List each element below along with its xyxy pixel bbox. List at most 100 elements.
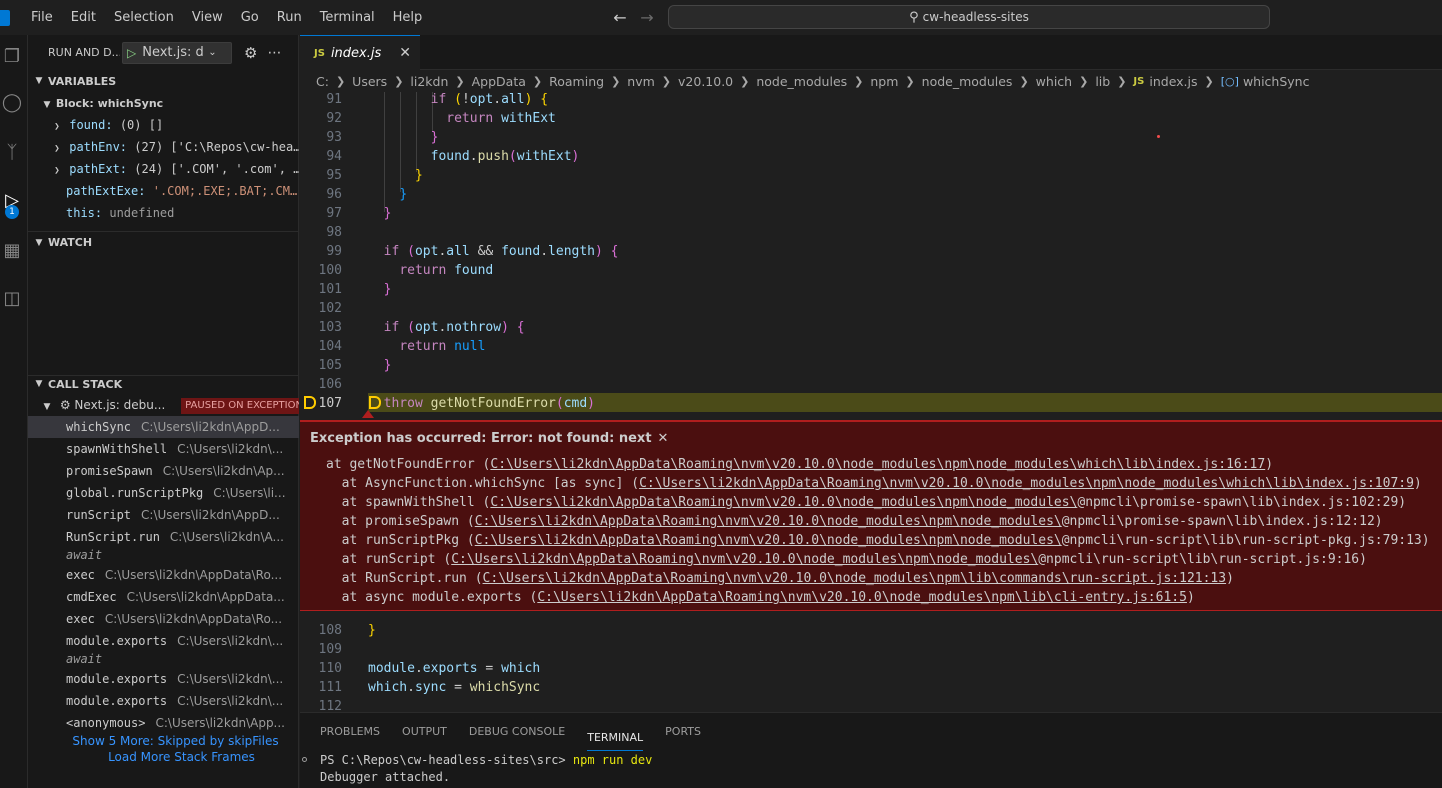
breadcrumb-item[interactable]: C: bbox=[316, 74, 329, 89]
stack-frame[interactable]: whichSync C:\Users\li2kdn\AppD... bbox=[28, 416, 299, 438]
code-editor[interactable]: 91 if (!opt.all) { 92 return withExt 93 … bbox=[300, 92, 1442, 712]
breadcrumb-item[interactable]: Roaming bbox=[549, 74, 604, 89]
terminal-line[interactable]: Debugger attached. bbox=[320, 770, 450, 784]
stack-frame[interactable]: module.exports C:\Users\li2kdn\... bbox=[28, 690, 299, 712]
stack-frame[interactable]: spawnWithShell C:\Users\li2kdn\... bbox=[28, 438, 299, 460]
js-file-icon: JS bbox=[314, 47, 325, 59]
breadcrumb-item[interactable]: AppData bbox=[472, 74, 526, 89]
breadcrumb-item[interactable]: lib bbox=[1095, 74, 1110, 89]
stack-link[interactable]: C:\Users\li2kdn\AppData\Roaming\nvm\v20.… bbox=[451, 552, 1038, 567]
breadcrumb-file[interactable]: index.js bbox=[1149, 74, 1197, 89]
code-line: 103 if (opt.nothrow) { bbox=[318, 320, 525, 335]
chevron-right-icon: ❯ bbox=[54, 122, 60, 132]
breadcrumb-item[interactable]: li2kdn bbox=[410, 74, 448, 89]
close-icon[interactable]: ✕ bbox=[399, 45, 411, 61]
activity-bar: ❐ ◯ ᛉ ▷ 1 ▦ ◫ bbox=[0, 35, 28, 788]
code-line: 112 bbox=[318, 699, 342, 712]
exception-stack-line: at RunScript.run (C:\Users\li2kdn\AppDat… bbox=[326, 571, 1234, 586]
call-stack-title: CALL STACK bbox=[48, 377, 123, 391]
variable-row[interactable]: ❯ pathExt: (24) ['.COM', '.com', … bbox=[28, 158, 299, 180]
variables-title: VARIABLES bbox=[48, 74, 117, 88]
call-stack-section-header[interactable]: ▼ CALL STACK bbox=[28, 373, 299, 395]
variable-row[interactable]: ❯ found: (0) [] bbox=[28, 114, 299, 136]
close-icon[interactable]: ✕ bbox=[658, 431, 669, 446]
exception-stack-line: at runScript (C:\Users\li2kdn\AppData\Ro… bbox=[326, 552, 1367, 567]
start-debugging-icon[interactable]: ▷ bbox=[127, 46, 136, 60]
exception-breakpoint-icon[interactable] bbox=[304, 396, 316, 409]
breadcrumb-item[interactable]: v20.10.0 bbox=[678, 74, 733, 89]
stack-frame[interactable]: runScript C:\Users\li2kdn\AppD... bbox=[28, 504, 299, 526]
search-icon[interactable]: ◯ bbox=[0, 91, 24, 115]
code-line: 91 if (!opt.all) { bbox=[326, 92, 549, 107]
command-decoration-icon[interactable] bbox=[302, 757, 307, 762]
show-more-frames-link[interactable]: Show 5 More: Skipped by skipFiles bbox=[40, 734, 311, 748]
menu-edit[interactable]: Edit bbox=[62, 0, 105, 35]
watch-section-header[interactable]: ▼ WATCH bbox=[28, 231, 299, 253]
extensions-icon[interactable]: ▦ bbox=[0, 239, 24, 263]
tab-index-js[interactable]: JS index.js ✕ bbox=[300, 35, 420, 70]
menu-file[interactable]: File bbox=[22, 0, 62, 35]
variable-row[interactable]: this: undefined bbox=[28, 202, 299, 224]
stack-link[interactable]: C:\Users\li2kdn\AppData\Roaming\nvm\v20.… bbox=[490, 457, 1265, 472]
stack-link[interactable]: C:\Users\li2kdn\AppData\Roaming\nvm\v20.… bbox=[537, 590, 1187, 605]
load-more-frames-link[interactable]: Load More Stack Frames bbox=[46, 750, 317, 764]
tab-ports[interactable]: PORTS bbox=[665, 713, 701, 751]
breadcrumb-item[interactable]: nvm bbox=[627, 74, 655, 89]
breadcrumb-item[interactable]: node_modules bbox=[922, 74, 1013, 89]
terminal-line[interactable]: PS C:\Repos\cw-headless-sites\src> npm r… bbox=[320, 753, 652, 767]
chevron-down-icon[interactable]: ⌄ bbox=[208, 47, 216, 58]
stack-frame[interactable]: promiseSpawn C:\Users\li2kdn\Ap... bbox=[28, 460, 299, 482]
breadcrumb-item[interactable]: node_modules bbox=[756, 74, 847, 89]
tab-debug-console[interactable]: DEBUG CONSOLE bbox=[469, 713, 565, 751]
menu-go[interactable]: Go bbox=[232, 0, 268, 35]
source-control-icon[interactable]: ᛉ bbox=[0, 141, 24, 165]
stack-frame[interactable]: module.exports C:\Users\li2kdn\... bbox=[28, 668, 299, 690]
remote-explorer-icon[interactable]: ◫ bbox=[0, 287, 24, 311]
breadcrumb-item[interactable]: npm bbox=[870, 74, 898, 89]
tab-problems[interactable]: PROBLEMS bbox=[320, 713, 380, 751]
stack-frame[interactable]: exec C:\Users\li2kdn\AppData\Ro... bbox=[28, 608, 299, 630]
menu-run[interactable]: Run bbox=[268, 0, 311, 35]
back-arrow-icon[interactable]: ← bbox=[610, 8, 630, 28]
code-line: 108} bbox=[318, 623, 376, 638]
forward-arrow-icon[interactable]: → bbox=[637, 8, 657, 28]
chevron-right-icon: ❯ bbox=[611, 74, 621, 88]
menu-selection[interactable]: Selection bbox=[105, 0, 183, 35]
stack-link[interactable]: C:\Users\li2kdn\AppData\Roaming\nvm\v20.… bbox=[475, 533, 1062, 548]
explorer-icon[interactable]: ❐ bbox=[0, 45, 24, 69]
breadcrumb-symbol[interactable]: whichSync bbox=[1243, 74, 1310, 89]
command-center-search[interactable]: ⚲ cw-headless-sites bbox=[668, 5, 1270, 29]
variable-row[interactable]: pathExtExe: '.COM;.EXE;.BAT;.CM… bbox=[28, 180, 299, 202]
code-line: 106 bbox=[318, 377, 342, 392]
code-line: 94 found.push(withExt) bbox=[326, 149, 580, 164]
menu-terminal[interactable]: Terminal bbox=[311, 0, 384, 35]
code-line: 111 which.sync = whichSync bbox=[318, 680, 541, 695]
menu-help[interactable]: Help bbox=[384, 0, 432, 35]
variable-name: pathExt: bbox=[69, 162, 128, 176]
variables-section-header[interactable]: ▼ VARIABLES bbox=[28, 70, 299, 92]
stack-frame[interactable]: exec C:\Users\li2kdn\AppData\Ro... bbox=[28, 564, 299, 586]
stack-link[interactable]: C:\Users\li2kdn\AppData\Roaming\nvm\v20.… bbox=[483, 571, 1227, 586]
tab-output[interactable]: OUTPUT bbox=[402, 713, 447, 751]
stack-frame[interactable]: <anonymous> C:\Users\li2kdn\App... bbox=[28, 712, 299, 734]
variable-row[interactable]: ❯ pathEnv: (27) ['C:\Repos\cw-hea… bbox=[28, 136, 299, 158]
chevron-right-icon: ❯ bbox=[661, 74, 672, 88]
more-actions-icon[interactable]: ⋯ bbox=[267, 45, 281, 61]
breadcrumb-item[interactable]: Users bbox=[352, 74, 387, 89]
debug-session-row[interactable]: ▼ ⚙ Next.js: debu... PAUSED ON EXCEPTION bbox=[28, 394, 299, 416]
launch-config-select[interactable]: ▷ Next.js: de ⌄ bbox=[122, 41, 232, 64]
stack-link[interactable]: C:\Users\li2kdn\AppData\Roaming\nvm\v20.… bbox=[475, 514, 1062, 529]
gear-icon[interactable]: ⚙ bbox=[244, 44, 257, 62]
frame-name: promiseSpawn bbox=[66, 464, 153, 478]
variable-name: found: bbox=[69, 118, 113, 132]
stack-link[interactable]: C:\Users\li2kdn\AppData\Roaming\nvm\v20.… bbox=[639, 476, 1414, 491]
stack-link[interactable]: C:\Users\li2kdn\AppData\Roaming\nvm\v20.… bbox=[490, 495, 1077, 510]
scope-row[interactable]: ▼ Block: whichSync bbox=[28, 92, 299, 114]
stack-frame[interactable]: global.runScriptPkg C:\Users\li... bbox=[28, 482, 299, 504]
menu-view[interactable]: View bbox=[183, 0, 232, 35]
frame-name: runScript bbox=[66, 508, 132, 522]
tab-terminal[interactable]: TERMINAL bbox=[587, 725, 644, 751]
stack-frame[interactable]: cmdExec C:\Users\li2kdn\AppData... bbox=[28, 586, 299, 608]
variable-value: (24) ['.COM', '.com', … bbox=[134, 162, 299, 176]
breadcrumb-item[interactable]: which bbox=[1036, 74, 1072, 89]
